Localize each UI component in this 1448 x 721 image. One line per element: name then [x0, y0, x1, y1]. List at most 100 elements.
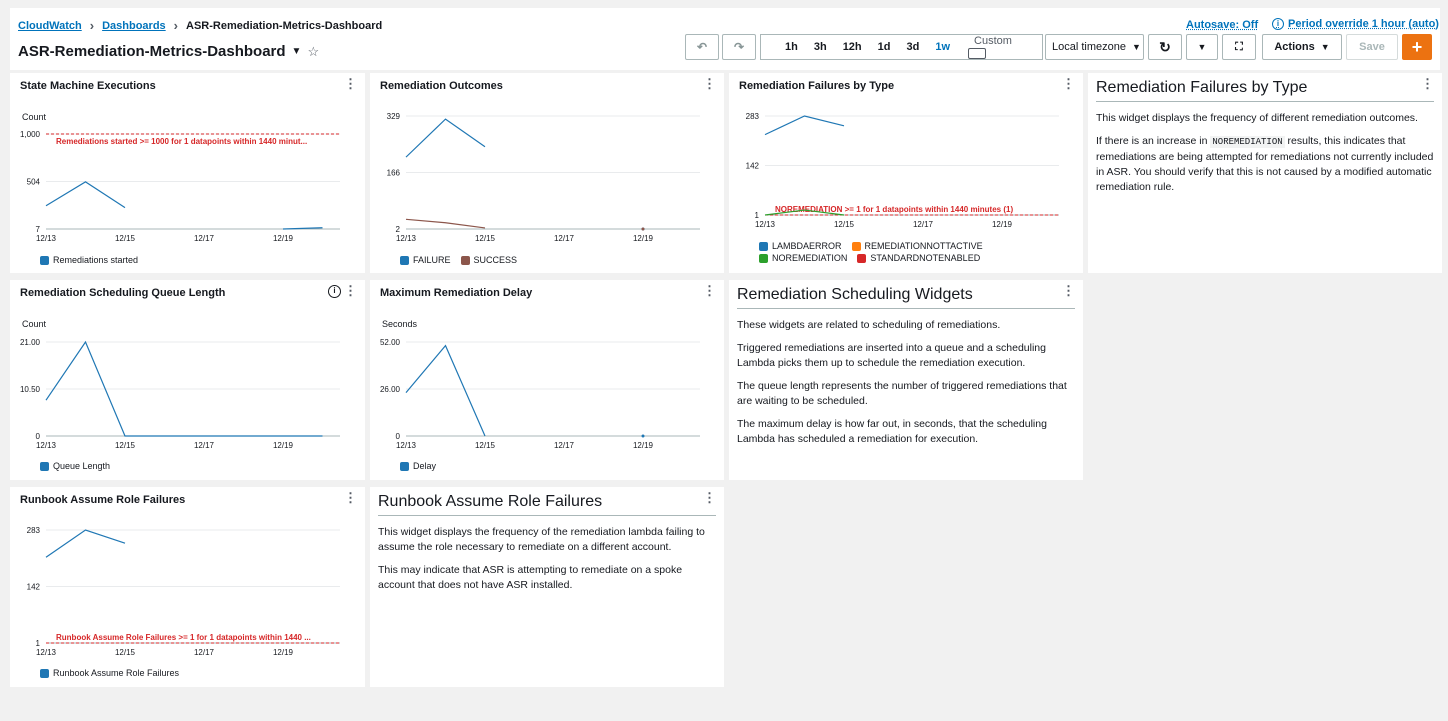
caret-down-icon: ▼: [1132, 42, 1141, 52]
text-widget-title: Runbook Assume Role Failures: [378, 493, 716, 516]
undo-button[interactable]: ↶: [685, 34, 719, 60]
period-override-link[interactable]: i Period override 1 hour (auto): [1272, 18, 1439, 30]
x-tick-label: 12/13: [755, 220, 776, 229]
legend-swatch: [759, 241, 768, 251]
x-tick-label: 12/17: [913, 220, 934, 229]
text-widget-body: This widget displays the frequency of di…: [1096, 111, 1434, 203]
data-point: [641, 434, 645, 438]
series-line: [405, 218, 486, 229]
legend-swatch: [851, 241, 861, 251]
x-tick-label: 12/17: [554, 441, 575, 450]
chart-scheduling-queue-length: 21.00 10.50 012/13 12/15 12/17 12/19: [20, 338, 340, 450]
caret-down-icon[interactable]: ▼: [292, 46, 302, 57]
plus-icon: +: [1411, 36, 1423, 57]
text-paragraph: If there is an increase in NOREMEDIATION…: [1096, 134, 1434, 195]
x-tick-label: 12/13: [396, 234, 417, 243]
series-line: [405, 344, 486, 437]
legend-label: NOREMEDIATION: [772, 253, 848, 263]
text-paragraph: The maximum delay is how far out, in sec…: [737, 418, 1047, 445]
legend-label: Delay: [413, 461, 437, 471]
legend-item[interactable]: NOREMEDIATION: [759, 253, 847, 263]
x-tick-label: 12/15: [475, 441, 496, 450]
y-tick-label: 1: [36, 639, 41, 648]
legend-item[interactable]: Delay: [400, 461, 436, 471]
code-fragment: NOREMEDIATION: [1210, 136, 1285, 148]
legend-item[interactable]: Remediations started: [40, 255, 138, 265]
legend-label: STANDARDNOTENABLED: [870, 253, 981, 263]
range-1d[interactable]: 1d: [870, 41, 899, 53]
x-tick-label: 12/13: [36, 441, 57, 450]
legend-swatch: [460, 255, 470, 265]
legend-item[interactable]: LAMBDAERROR: [759, 241, 842, 251]
text-widget-title: Remediation Scheduling Widgets: [737, 286, 1075, 309]
range-12h[interactable]: 12h: [835, 41, 870, 53]
y-tick-label: 21.00: [20, 338, 41, 347]
breadcrumb-cloudwatch[interactable]: CloudWatch: [18, 20, 82, 32]
text-widget-scheduling: Remediation Scheduling Widgets ⋮ These w…: [729, 280, 1083, 480]
x-tick-label: 12/15: [834, 220, 855, 229]
legend-item[interactable]: Runbook Assume Role Failures: [40, 668, 179, 678]
custom-label: Custom: [974, 35, 1012, 47]
timezone-select[interactable]: Local timezone ▼: [1045, 34, 1144, 60]
range-1h[interactable]: 1h: [761, 41, 806, 53]
x-tick-label: 12/17: [194, 441, 215, 450]
y-tick-label: 1,000: [20, 130, 41, 139]
x-tick-label: 12/15: [115, 648, 136, 657]
legend-item[interactable]: FAILURE: [400, 255, 451, 265]
y-tick-label: 1: [755, 211, 760, 220]
dashboard-title: ASR-Remediation-Metrics-Dashboard: [18, 43, 286, 60]
save-button[interactable]: Save: [1346, 34, 1398, 60]
text-widget-failures-by-type: Remediation Failures by Type ⋮ This widg…: [1088, 73, 1442, 273]
legend-label: LAMBDAERROR: [772, 241, 842, 251]
refresh-button[interactable]: ↻: [1148, 34, 1182, 60]
refresh-options-button[interactable]: ▼: [1186, 34, 1218, 60]
x-tick-label: 12/13: [396, 441, 417, 450]
text-fragment: If there is an increase in: [1096, 135, 1208, 147]
text-paragraph: This widget displays the frequency of th…: [378, 526, 705, 553]
more-vertical-icon[interactable]: ⋮: [1062, 284, 1075, 297]
undo-icon: ↶: [696, 40, 708, 54]
x-tick-label: 12/15: [115, 234, 136, 243]
text-paragraph: The queue length represents the number o…: [737, 380, 1067, 407]
chevron-right-icon: ›: [173, 18, 179, 33]
y-tick-label: 504: [27, 178, 41, 187]
legend-label: Runbook Assume Role Failures: [53, 668, 180, 678]
y-tick-label: 166: [387, 169, 401, 178]
autosave-toggle[interactable]: Autosave: Off: [1186, 19, 1258, 31]
range-3d[interactable]: 3d: [899, 41, 928, 53]
series-line: [405, 118, 486, 158]
redo-button[interactable]: ↷: [722, 34, 756, 60]
breadcrumb-dashboards[interactable]: Dashboards: [102, 20, 166, 32]
text-widget-body: This widget displays the frequency of th…: [378, 525, 716, 601]
legend-item[interactable]: Queue Length: [40, 461, 110, 471]
period-override-label: Period override 1 hour (auto): [1288, 18, 1439, 30]
refresh-icon: ↻: [1159, 38, 1171, 55]
range-3h[interactable]: 3h: [806, 41, 835, 53]
info-icon: i: [1272, 18, 1284, 30]
fullscreen-button[interactable]: ⛶: [1222, 34, 1256, 60]
chart-legend: Runbook Assume Role Failures: [40, 668, 179, 678]
range-custom[interactable]: Custom: [958, 35, 1042, 59]
y-tick-label: 329: [387, 112, 401, 121]
legend-item[interactable]: REMEDIATIONNOTTACTIVE: [851, 241, 983, 251]
y-tick-label: 0: [396, 432, 401, 441]
widget-maximum-remediation-delay: Maximum Remediation Delay ⋮ Seconds 52.0…: [370, 280, 724, 480]
more-vertical-icon[interactable]: ⋮: [1421, 77, 1434, 90]
add-widget-button[interactable]: +: [1402, 34, 1432, 60]
range-1w[interactable]: 1w: [927, 41, 958, 53]
text-widget-runbook: Runbook Assume Role Failures ⋮ This widg…: [370, 487, 724, 687]
more-vertical-icon[interactable]: ⋮: [703, 491, 716, 504]
x-tick-label: 12/19: [992, 220, 1013, 229]
actions-button[interactable]: Actions ▼: [1262, 34, 1342, 60]
actions-label: Actions: [1274, 41, 1315, 53]
x-tick-label: 12/19: [633, 441, 654, 450]
widget-state-machine-executions: State Machine Executions ⋮ Count 1,000 50…: [10, 73, 365, 273]
chart-legend: LAMBDAERROR REMEDIATIONNOTTACTIVE NOREME…: [759, 241, 1079, 263]
threshold-label: Runbook Assume Role Failures >= 1 for 1 …: [56, 633, 311, 642]
star-icon[interactable]: ☆: [307, 44, 319, 60]
y-tick-label: 0: [36, 432, 41, 441]
legend-item[interactable]: SUCCESS: [460, 255, 517, 265]
timezone-label: Local timezone: [1052, 41, 1126, 53]
legend-swatch: [40, 461, 49, 471]
legend-item[interactable]: STANDARDNOTENABLED: [857, 253, 980, 263]
